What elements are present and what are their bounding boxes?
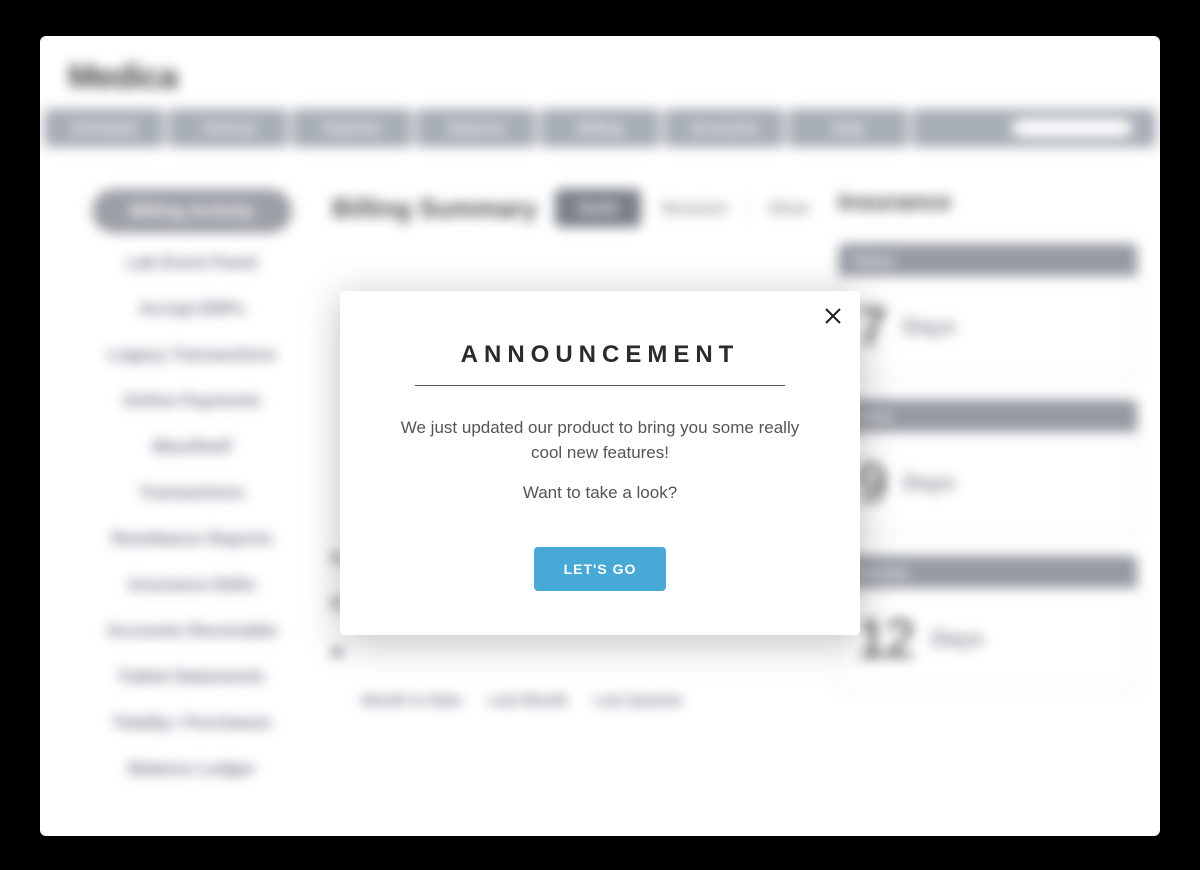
modal-text-2: Want to take a look?	[398, 483, 802, 503]
app-window: Medica Schedule Clinical Patients Report…	[40, 36, 1160, 836]
close-icon[interactable]	[824, 307, 842, 329]
announcement-modal: ANNOUNCEMENT We just updated our product…	[340, 291, 860, 635]
lets-go-button[interactable]: LET'S GO	[534, 547, 667, 591]
modal-overlay: ANNOUNCEMENT We just updated our product…	[40, 36, 1160, 836]
modal-title: ANNOUNCEMENT	[415, 341, 785, 386]
modal-text-1: We just updated our product to bring you…	[398, 416, 802, 465]
